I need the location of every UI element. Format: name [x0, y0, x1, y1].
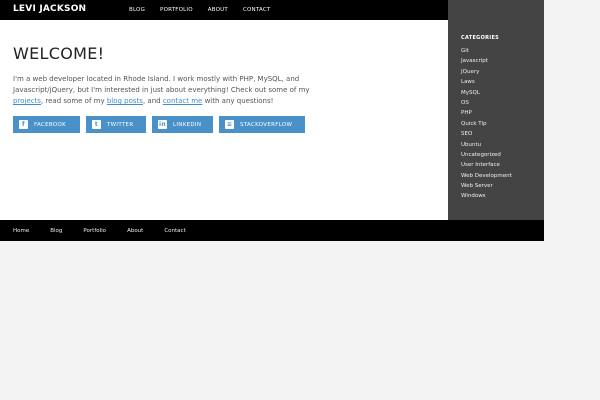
categories-heading: CATEGORIES — [461, 35, 500, 41]
nav-blog[interactable]: BLOG — [129, 7, 145, 13]
twitter-label: TWITTER — [107, 121, 134, 128]
nav-contact[interactable]: CONTACT — [243, 7, 270, 13]
linkedin-icon: in — [158, 120, 167, 129]
category-item[interactable]: SEO — [461, 129, 512, 139]
facebook-icon: f — [19, 120, 28, 129]
stackoverflow-icon: ≡ — [225, 120, 234, 129]
intro-text-4: with any questions! — [202, 97, 274, 105]
stackoverflow-label: STACKOVERFLOW — [240, 121, 293, 128]
category-item[interactable]: OS — [461, 98, 512, 108]
site-brand[interactable]: LEVI JACKSON — [13, 4, 86, 14]
facebook-label: FACEBOOK — [34, 121, 66, 128]
category-item[interactable]: Web Development — [461, 171, 512, 181]
twitter-button[interactable]: t TWITTER — [86, 116, 146, 133]
footer-portfolio[interactable]: Portfolio — [83, 228, 106, 234]
category-item[interactable]: User Interface — [461, 160, 512, 170]
top-header-bar: LEVI JACKSON BLOG PORTFOLIO ABOUT CONTAC… — [0, 0, 448, 20]
category-item[interactable]: Uncategorized — [461, 150, 512, 160]
footer-blog[interactable]: Blog — [50, 228, 62, 234]
twitter-icon: t — [92, 120, 101, 129]
intro-text-3: , and — [142, 97, 163, 105]
intro-text-1: I'm a web developer located in Rhode Isl… — [13, 75, 310, 94]
category-item[interactable]: Laws — [461, 77, 512, 87]
footer-about[interactable]: About — [127, 228, 143, 234]
sidebar: CATEGORIES Git Javascript JQuery Laws My… — [448, 0, 544, 240]
category-item[interactable]: Web Server — [461, 181, 512, 191]
page-title: WELCOME! — [13, 44, 105, 63]
projects-link[interactable]: projects — [13, 97, 41, 105]
category-item[interactable]: Javascript — [461, 56, 512, 66]
blog-posts-link[interactable]: blog posts — [107, 97, 143, 105]
linkedin-button[interactable]: in LINKEDIN — [152, 116, 213, 133]
footer-contact[interactable]: Contact — [164, 228, 185, 234]
contact-me-link[interactable]: contact me — [163, 97, 203, 105]
main-content: WELCOME! I'm a web developer located in … — [0, 20, 448, 220]
facebook-button[interactable]: f FACEBOOK — [13, 116, 80, 133]
category-item[interactable]: Windows — [461, 191, 512, 201]
nav-about[interactable]: ABOUT — [208, 7, 228, 13]
category-item[interactable]: JQuery — [461, 67, 512, 77]
stackoverflow-button[interactable]: ≡ STACKOVERFLOW — [219, 116, 305, 133]
category-list: Git Javascript JQuery Laws MySQL OS PHP … — [461, 46, 512, 202]
category-item[interactable]: Git — [461, 46, 512, 56]
category-item[interactable]: PHP — [461, 108, 512, 118]
intro-paragraph: I'm a web developer located in Rhode Isl… — [13, 74, 333, 107]
social-buttons: f FACEBOOK t TWITTER in LINKEDIN ≡ STACK… — [13, 116, 311, 133]
footer-home[interactable]: Home — [13, 228, 29, 234]
category-item[interactable]: Quick Tip — [461, 119, 512, 129]
category-item[interactable]: MySQL — [461, 88, 512, 98]
category-item[interactable]: Ubuntu — [461, 140, 512, 150]
intro-text-2: , read some of my — [40, 97, 107, 105]
linkedin-label: LINKEDIN — [173, 121, 202, 128]
main-nav: BLOG PORTFOLIO ABOUT CONTACT — [129, 0, 285, 20]
footer-nav: Home Blog Portfolio About Contact — [13, 220, 207, 241]
nav-portfolio[interactable]: PORTFOLIO — [160, 7, 193, 13]
footer-bar: Home Blog Portfolio About Contact — [0, 220, 544, 241]
